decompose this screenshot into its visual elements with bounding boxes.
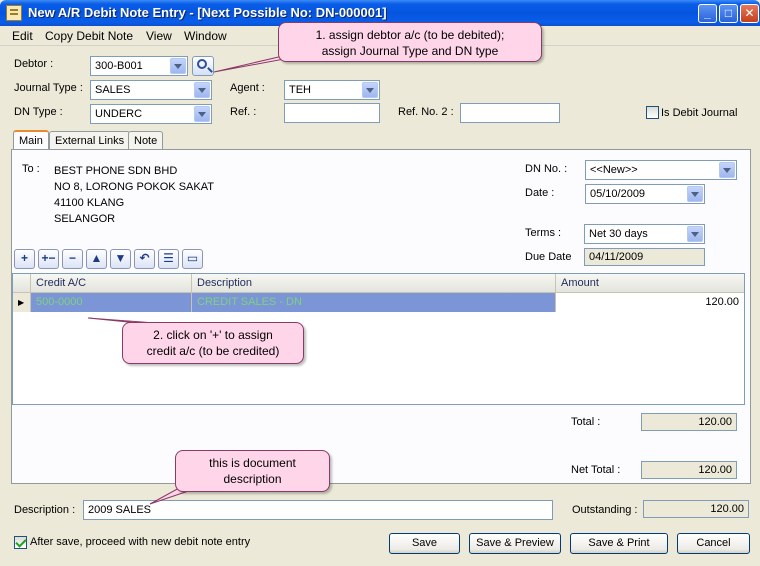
callout-line: assign Journal Type and DN type [321,44,499,58]
callout-line: 2. click on '+' to assign [153,328,273,342]
callout-line: description [223,472,282,486]
credit-callout: 2. click on '+' to assign credit a/c (to… [122,322,304,364]
callout-line: this is document [209,456,296,470]
debtor-callout: 1. assign debtor a/c (to be debited); as… [278,22,542,62]
description-callout: this is document description [175,450,330,492]
callout-line: 1. assign debtor a/c (to be debited); [315,28,505,42]
callout-pointers [87,51,323,505]
callout-line: credit a/c (to be credited) [146,344,280,358]
